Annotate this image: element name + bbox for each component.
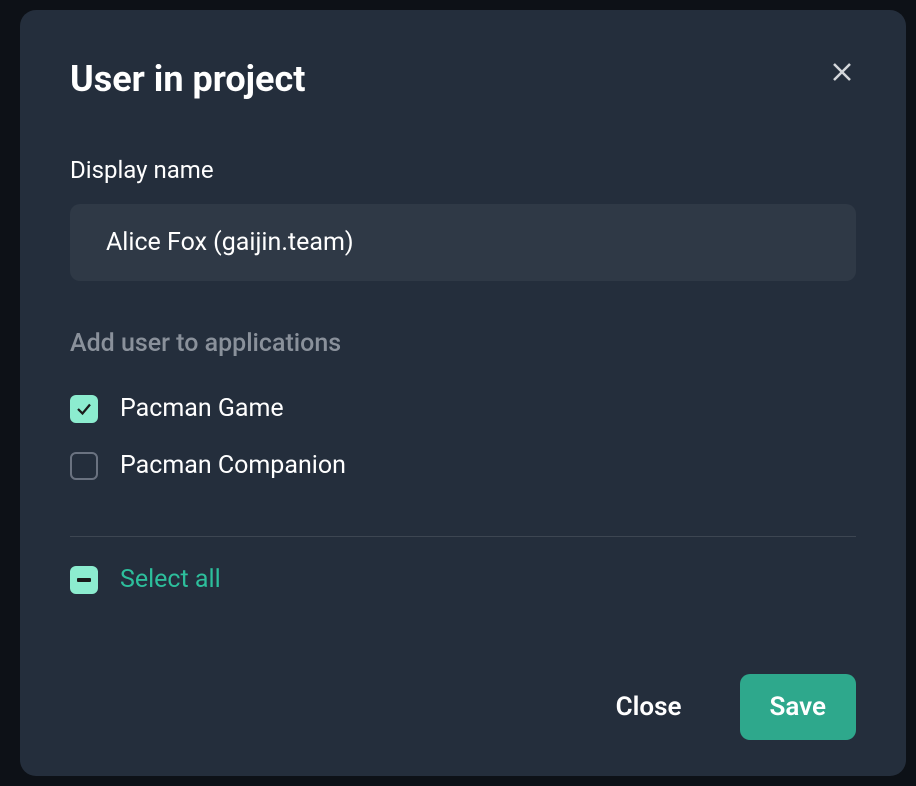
applications-section-label: Add user to applications <box>70 329 856 358</box>
select-all-label: Select all <box>120 565 221 594</box>
display-name-label: Display name <box>70 156 856 184</box>
modal-footer: Close Save <box>70 674 856 740</box>
modal-title: User in project <box>70 58 305 100</box>
application-label: Pacman Companion <box>120 451 346 480</box>
close-button[interactable]: Close <box>586 674 712 740</box>
save-button[interactable]: Save <box>740 674 857 740</box>
select-all-row[interactable]: Select all <box>70 565 856 594</box>
checkbox-indeterminate-icon <box>70 566 98 594</box>
checkbox-checked-icon <box>70 395 98 423</box>
close-icon[interactable] <box>828 58 856 86</box>
application-checkbox-row[interactable]: Pacman Companion <box>70 451 856 480</box>
checkbox-unchecked-icon <box>70 452 98 480</box>
application-checkbox-row[interactable]: Pacman Game <box>70 394 856 423</box>
display-name-input[interactable] <box>70 204 856 281</box>
user-in-project-modal: User in project Display name Add user to… <box>20 10 906 776</box>
modal-header: User in project <box>70 58 856 100</box>
application-label: Pacman Game <box>120 394 284 423</box>
divider <box>70 536 856 537</box>
